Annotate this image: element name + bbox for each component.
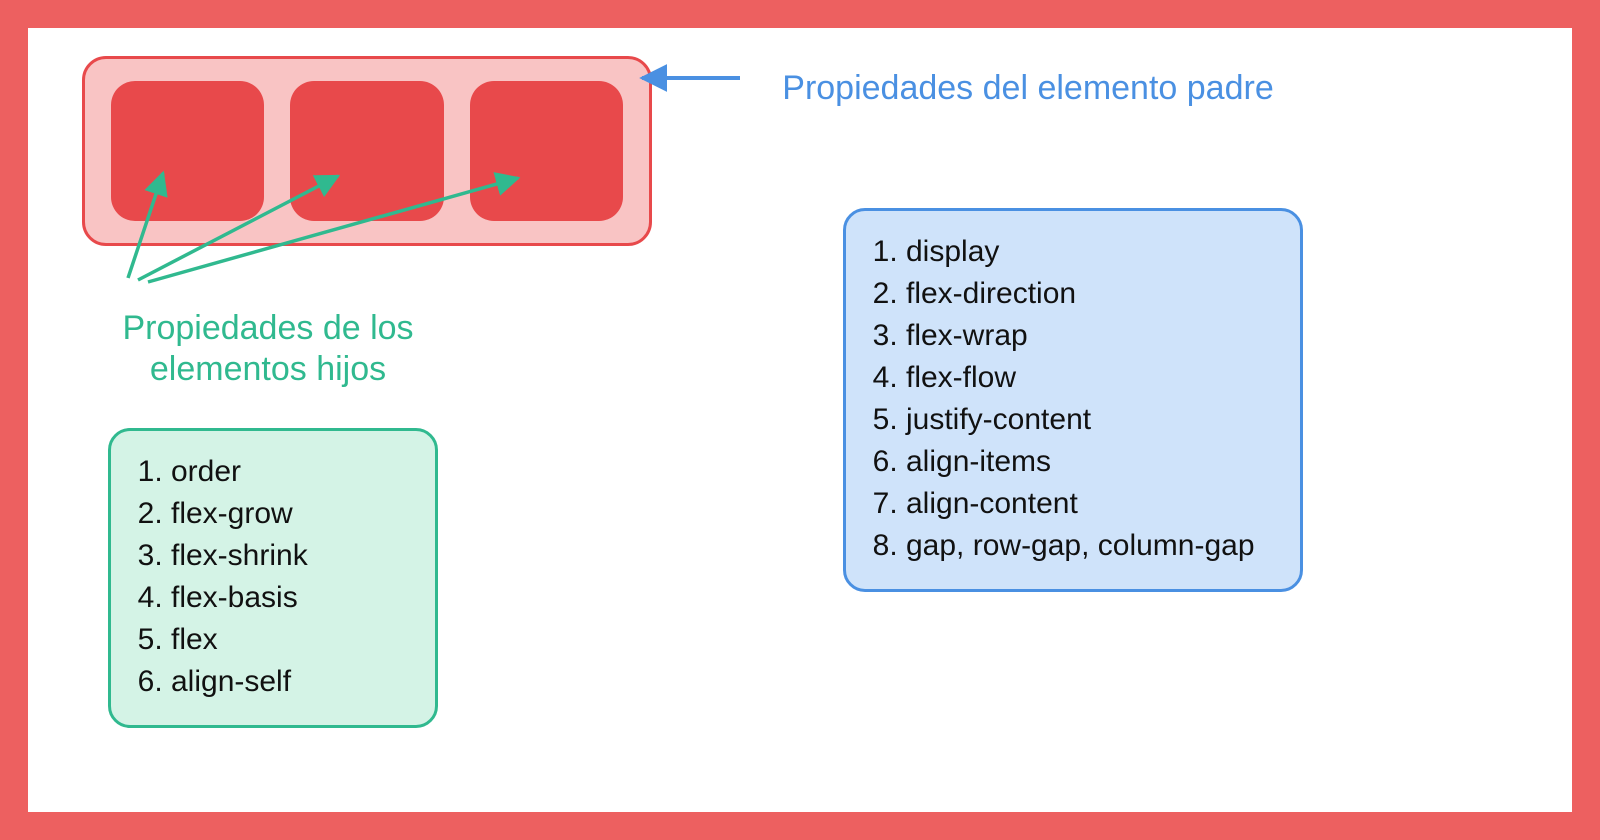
list-item: flex-grow bbox=[171, 493, 407, 535]
flex-child-box bbox=[470, 81, 623, 221]
parent-properties-box: display flex-direction flex-wrap flex-fl… bbox=[843, 208, 1303, 592]
child-properties-list: order flex-grow flex-shrink flex-basis f… bbox=[159, 451, 407, 703]
list-item: flex-wrap bbox=[906, 315, 1272, 357]
child-properties-box: order flex-grow flex-shrink flex-basis f… bbox=[108, 428, 438, 728]
list-item: align-content bbox=[906, 483, 1272, 525]
list-item: flex-shrink bbox=[171, 535, 407, 577]
list-item: align-items bbox=[906, 441, 1272, 483]
parent-properties-list: display flex-direction flex-wrap flex-fl… bbox=[894, 231, 1272, 567]
flex-parent-container bbox=[82, 56, 652, 246]
list-item: order bbox=[171, 451, 407, 493]
list-item: justify-content bbox=[906, 399, 1272, 441]
list-item: display bbox=[906, 231, 1272, 273]
child-properties-label: Propiedades de los elementos hijos bbox=[68, 308, 468, 390]
list-item: flex-flow bbox=[906, 357, 1272, 399]
parent-properties-label: Propiedades del elemento padre bbox=[768, 68, 1288, 109]
diagram-frame: Propiedades del elemento padre Propiedad… bbox=[0, 0, 1600, 840]
list-item: gap, row-gap, column-gap bbox=[906, 525, 1272, 567]
list-item: flex bbox=[171, 619, 407, 661]
diagram-canvas: Propiedades del elemento padre Propiedad… bbox=[28, 28, 1572, 812]
flex-child-box bbox=[111, 81, 264, 221]
list-item: align-self bbox=[171, 661, 407, 703]
list-item: flex-basis bbox=[171, 577, 407, 619]
list-item: flex-direction bbox=[906, 273, 1272, 315]
flex-child-box bbox=[290, 81, 443, 221]
